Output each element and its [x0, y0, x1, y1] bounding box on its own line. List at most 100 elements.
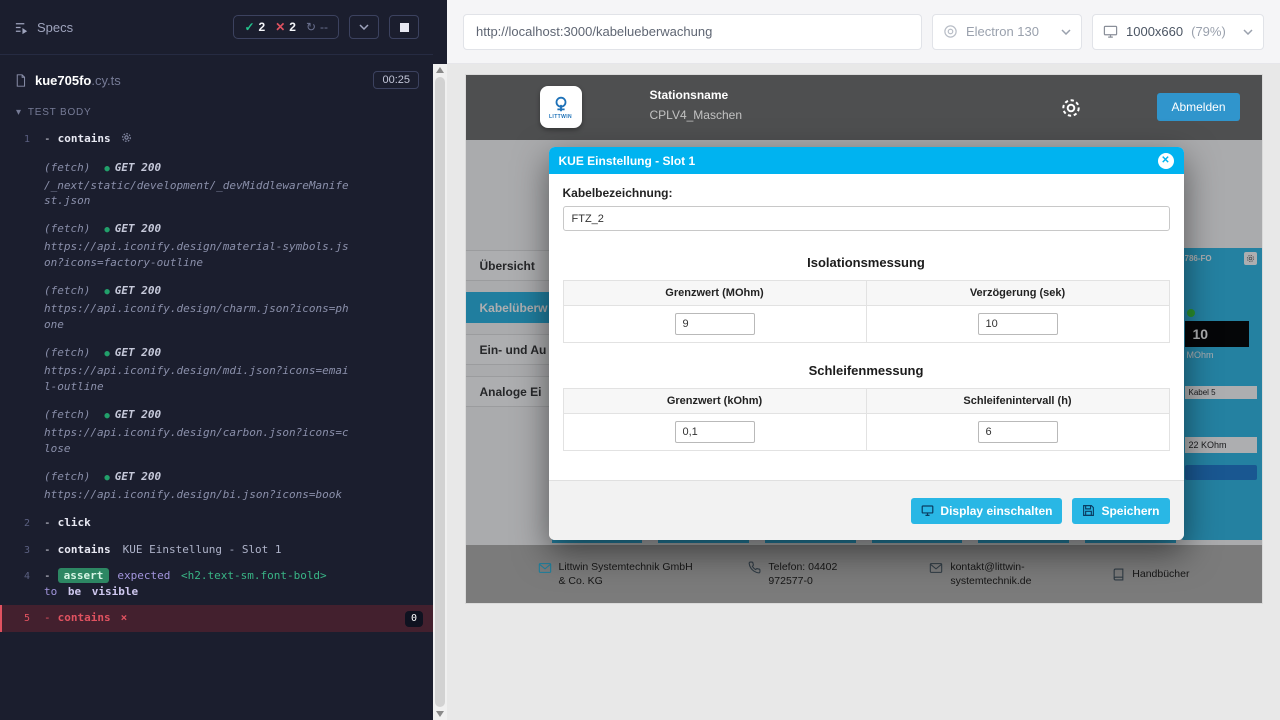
fetch-tag: (fetch)	[44, 161, 90, 174]
fetch-status: GET 200	[115, 161, 161, 174]
aut-toolbar: Electron 130 1000x660 (79%)	[447, 0, 1280, 64]
command-count-badge: 0	[405, 611, 423, 627]
loop-heading: Schleifenmessung	[563, 363, 1170, 378]
viewport-size: 1000x660	[1126, 24, 1183, 39]
cross-icon: ✕	[275, 20, 285, 34]
loop-cell	[866, 414, 1169, 451]
command-dash: -	[44, 543, 51, 556]
reporter-header: Specs ✓2 ✕2 ↻--	[0, 0, 433, 55]
status-dot-icon: ●	[104, 411, 109, 421]
browser-label: Electron 130	[966, 24, 1039, 39]
test-body-section[interactable]: ▾ TEST BODY	[0, 95, 433, 126]
status-dot-icon: ●	[104, 164, 109, 174]
command-name: contains	[58, 132, 111, 145]
command-log: 1-contains (fetch) ● GET 200 /_next/static/d…	[0, 126, 433, 720]
scrollbar-track[interactable]	[433, 64, 447, 720]
command-body: (fetch)●GET 200https://api.iconify.desig…	[44, 221, 354, 271]
command-row[interactable]: 3-containsKUE Einstellung - Slot 1	[0, 537, 433, 564]
phone-icon	[748, 561, 761, 574]
isolation-cell	[563, 306, 866, 343]
modal-body: Kabelbezeichnung: Isolationsmessung Gren…	[549, 174, 1184, 480]
log-fetch-row[interactable]: (fetch) ● GET 200 /_next/static/development…	[0, 155, 433, 215]
scroll-down-icon[interactable]	[436, 711, 444, 717]
command-row[interactable]: 4-assertexpected <h2.text-sm.font-bold> …	[0, 563, 433, 605]
assert-message-part: expected	[117, 569, 170, 582]
specs-label: Specs	[37, 20, 73, 35]
assert-message-part: to	[44, 585, 57, 598]
loop-intervall-input[interactable]	[978, 421, 1058, 443]
collapse-button[interactable]	[349, 15, 379, 39]
isolation-verzoegerung-input[interactable]	[978, 313, 1058, 335]
gear-icon	[121, 132, 132, 143]
spec-extension: .cy.ts	[91, 73, 120, 88]
reporter-scrollbar[interactable]	[433, 0, 447, 720]
loop-col-grenzwert: Grenzwert (kOhm)	[563, 389, 866, 414]
isolation-col-verzoegerung: Verzögerung (sek)	[866, 281, 1169, 306]
command-row[interactable]: 1-contains	[0, 126, 433, 153]
app-under-test: LITTWIN Stationsname CPLV4_Maschen Abmel…	[466, 75, 1262, 603]
fetch-url: https://api.iconify.design/bi.json?icons…	[44, 487, 354, 503]
isolation-grenzwert-input[interactable]	[675, 313, 755, 335]
stop-button[interactable]	[389, 15, 419, 39]
spec-name: kue705fo	[35, 73, 91, 88]
logout-button[interactable]: Abmelden	[1157, 93, 1239, 121]
log-fetch-row[interactable]: (fetch)●GET 200https://api.iconify.desig…	[0, 278, 433, 338]
save-button[interactable]: Speichern	[1072, 498, 1169, 524]
fetch-line: (fetch)●GET 200	[44, 469, 354, 485]
loop-cell	[563, 414, 866, 451]
command-line-number	[2, 469, 44, 471]
browser-select[interactable]: Electron 130	[932, 14, 1082, 50]
monitor-icon	[921, 504, 934, 517]
command-body: (fetch)●GET 200https://api.iconify.desig…	[44, 345, 354, 395]
loop-grenzwert-input[interactable]	[675, 421, 755, 443]
assert-pill: assert	[58, 568, 110, 583]
footer-email[interactable]: kontakt@littwin-systemtechnik.de	[929, 560, 1059, 588]
fetch-line: (fetch) ● GET 200	[44, 160, 354, 176]
cable-name-input[interactable]	[563, 206, 1170, 231]
url-input[interactable]	[476, 24, 909, 39]
fetch-status: GET 200	[115, 470, 161, 483]
log-fetch-row[interactable]: (fetch)●GET 200https://api.iconify.desig…	[0, 402, 433, 462]
command-body: (fetch)●GET 200https://api.iconify.desig…	[44, 283, 354, 333]
browser-icon	[943, 24, 958, 39]
floppy-disk-icon	[1082, 504, 1095, 517]
settings-gear-icon[interactable]	[1060, 97, 1082, 119]
isolation-heading: Isolationsmessung	[563, 255, 1170, 270]
command-body: (fetch)●GET 200 https://api.iconify.desig…	[44, 469, 354, 503]
command-row[interactable]: 5-contains×0	[0, 605, 433, 632]
cable-name-label: Kabelbezeichnung:	[563, 186, 1170, 200]
status-dot-icon: ●	[104, 287, 109, 297]
url-bar[interactable]	[463, 14, 922, 50]
spec-file-row[interactable]: kue705fo.cy.ts 00:25	[0, 55, 433, 95]
command-body: (fetch) ● GET 200 /_next/static/development…	[44, 160, 354, 210]
aut-area: LITTWIN Stationsname CPLV4_Maschen Abmel…	[447, 64, 1280, 720]
footer-manuals[interactable]: Handbücher	[1112, 567, 1189, 581]
test-stats: ✓2 ✕2 ↻--	[233, 15, 339, 39]
command-body: -contains×	[44, 610, 354, 626]
specs-menu-button[interactable]: Specs	[14, 20, 73, 35]
log-fetch-row[interactable]: (fetch)●GET 200https://api.iconify.desig…	[0, 340, 433, 400]
modal-titlebar: KUE Einstellung - Slot 1 ✕	[549, 147, 1184, 174]
loop-table: Grenzwert (kOhm) Schleifenintervall (h)	[563, 388, 1170, 451]
status-dot-icon: ●	[104, 225, 109, 235]
log-fetch-row[interactable]: (fetch)●GET 200https://api.iconify.desig…	[0, 216, 433, 276]
viewport-select[interactable]: 1000x660 (79%)	[1092, 14, 1264, 50]
chevron-down-icon	[1061, 29, 1071, 35]
log-fetch-row[interactable]: (fetch)●GET 200 https://api.iconify.desig…	[0, 464, 433, 508]
command-line-number: 3	[2, 542, 44, 559]
close-icon[interactable]: ✕	[1158, 153, 1174, 169]
display-on-button[interactable]: Display einschalten	[911, 498, 1062, 524]
fetch-url: /_next/static/development/_devMiddleware…	[44, 178, 354, 210]
command-body: -containsKUE Einstellung - Slot 1	[44, 542, 354, 558]
fetch-line: (fetch)●GET 200	[44, 407, 354, 423]
modal-footer: Display einschalten Speichern	[549, 480, 1184, 540]
command-row[interactable]: 2-click	[0, 510, 433, 537]
command-body: -click	[44, 515, 354, 531]
test-body-label: TEST BODY	[28, 107, 92, 118]
scrollbar-cap	[433, 0, 447, 64]
refresh-icon: ↻	[306, 20, 316, 34]
command-dash: -	[44, 132, 51, 145]
scroll-up-icon[interactable]	[436, 67, 444, 73]
logo-text: LITTWIN	[549, 114, 572, 120]
scrollbar-thumb[interactable]	[435, 77, 445, 707]
